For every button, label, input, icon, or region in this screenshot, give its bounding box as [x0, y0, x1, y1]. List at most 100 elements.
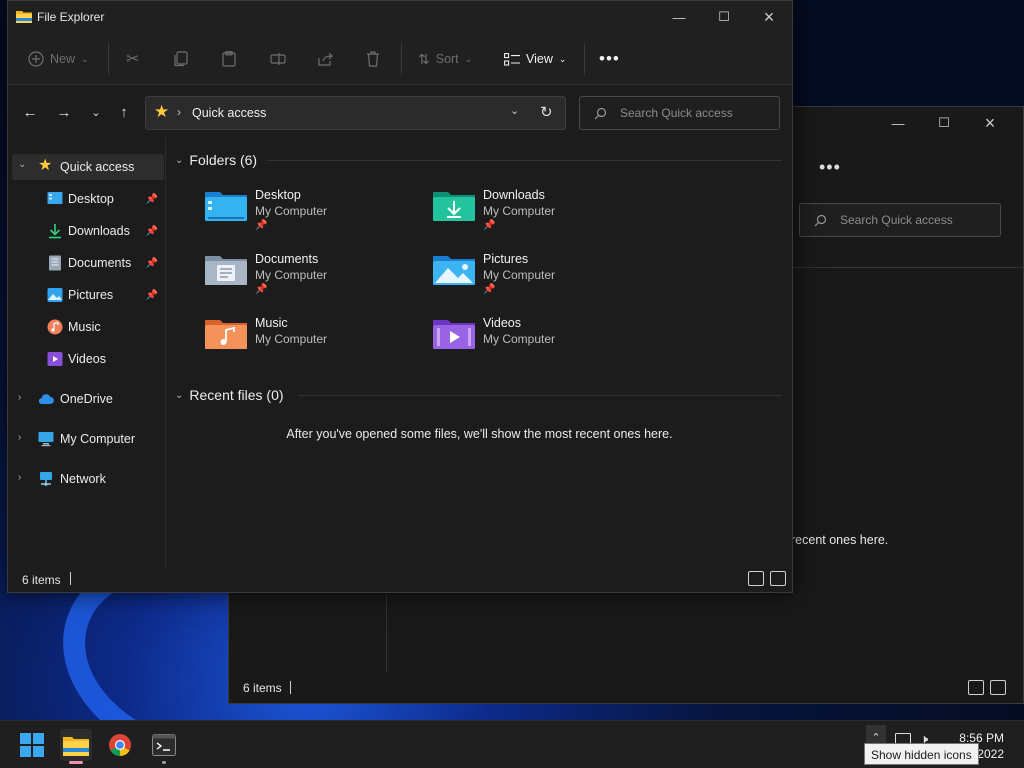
titlebar[interactable]: File Explorer — ☐ ×	[8, 1, 792, 33]
folder-location: My Computer	[483, 332, 556, 346]
search-placeholder: Search Quick access	[620, 106, 733, 120]
paste-button[interactable]	[222, 47, 236, 71]
search-icon	[814, 214, 827, 227]
back-close-button[interactable]: ×	[967, 107, 1013, 139]
address-bar[interactable]: ★ › Quick access ⌄ ↻	[145, 96, 566, 130]
sidebar-item-videos[interactable]: Videos	[12, 346, 164, 372]
folder-location: My Computer	[255, 268, 328, 282]
back-search-box[interactable]: Search Quick access	[799, 203, 1001, 237]
pin-icon[interactable]: 📌	[146, 258, 158, 269]
star-icon: ★	[154, 102, 170, 121]
minimize-button[interactable]: —	[656, 1, 702, 33]
search-box[interactable]: Search Quick access	[579, 96, 780, 130]
pin-icon: 📌	[255, 220, 268, 231]
file-explorer-icon	[63, 737, 89, 756]
status-separator	[70, 572, 71, 585]
folder-location: My Computer	[255, 332, 328, 346]
cut-button[interactable]: ✂	[126, 47, 139, 71]
pin-icon[interactable]: 📌	[146, 194, 158, 205]
clipboard-icon	[222, 51, 236, 67]
copy-button[interactable]	[174, 47, 188, 71]
view-label: View	[526, 52, 553, 66]
new-button[interactable]: New ⌄	[28, 47, 89, 71]
sidebar-item-quick-access[interactable]: ⌄ ★ Quick access	[12, 154, 164, 180]
show-hidden-icons-tooltip: Show hidden icons	[864, 743, 979, 765]
chevron-down-icon: ⌄	[558, 53, 567, 64]
back-statusbar: 6 items	[229, 673, 1023, 703]
folder-location: My Computer	[483, 204, 556, 218]
maximize-button[interactable]: ☐	[701, 1, 747, 33]
sidebar-item-downloads[interactable]: Downloads 📌	[12, 218, 164, 244]
star-icon: ★	[38, 157, 53, 174]
folder-name: Pictures	[483, 252, 529, 266]
command-bar: New ⌄ ✂ ⇅ Sort ⌄ View ⌄ •••	[8, 33, 792, 85]
folder-tile-desktop[interactable]: Desktop My Computer 📌	[204, 186, 424, 242]
pin-icon[interactable]: 📌	[146, 290, 158, 301]
music-folder-icon	[205, 320, 247, 349]
close-button[interactable]: ×	[746, 1, 792, 33]
file-explorer-window[interactable]: File Explorer — ☐ × New ⌄ ✂ ⇅ Sort ⌄ Vie…	[7, 0, 793, 593]
folder-name: Videos	[483, 316, 521, 330]
taskbar-chrome[interactable]	[104, 729, 136, 761]
back-more-button[interactable]: •••	[819, 157, 841, 178]
sidebar-item-label: Desktop	[68, 192, 114, 206]
sidebar-item-onedrive[interactable]: › OneDrive	[12, 386, 164, 412]
share-button[interactable]	[318, 47, 334, 71]
window-title: File Explorer	[37, 10, 105, 24]
folders-section-header[interactable]: ⌄ Folders (6)	[175, 152, 257, 168]
arrow-up-icon: ↑	[120, 103, 128, 121]
taskbar-terminal[interactable]	[148, 729, 180, 764]
up-button[interactable]: ↑	[114, 102, 134, 122]
rename-button[interactable]	[270, 47, 286, 71]
pin-icon[interactable]: 📌	[146, 226, 158, 237]
back-details-view-button[interactable]	[968, 680, 984, 695]
recent-files-empty-message: After you've opened some files, we'll sh…	[286, 427, 673, 441]
search-icon	[594, 107, 607, 120]
taskbar-file-explorer[interactable]	[60, 729, 92, 764]
chevron-down-icon: ⌄	[175, 154, 184, 166]
sidebar-item-my-computer[interactable]: › My Computer	[12, 426, 164, 452]
recent-locations-button[interactable]: ⌄	[86, 102, 106, 122]
sidebar-item-desktop[interactable]: Desktop 📌	[12, 186, 164, 212]
address-dropdown-icon[interactable]: ⌄	[510, 104, 519, 117]
computer-icon	[38, 432, 54, 447]
sidebar-item-label: OneDrive	[60, 392, 113, 406]
folder-tile-downloads[interactable]: Downloads My Computer 📌	[432, 186, 652, 242]
chevron-down-icon: ⌄	[81, 53, 89, 64]
videos-folder-icon	[433, 320, 475, 349]
rename-icon	[270, 53, 286, 65]
file-explorer-app-icon	[16, 11, 32, 23]
chevron-down-icon: ⌄	[91, 106, 101, 119]
sidebar-item-music[interactable]: Music	[12, 314, 164, 340]
forward-button[interactable]: →	[54, 102, 74, 122]
back-minimize-button[interactable]: —	[875, 107, 921, 139]
delete-button[interactable]	[366, 47, 380, 71]
sidebar-item-label: Videos	[68, 352, 106, 366]
folder-tile-pictures[interactable]: Pictures My Computer 📌	[432, 250, 652, 306]
folder-tile-documents[interactable]: Documents My Computer 📌	[204, 250, 424, 306]
folders-header-label: Folders (6)	[189, 152, 258, 168]
folder-name: Downloads	[483, 188, 545, 202]
back-maximize-button[interactable]: ☐	[921, 107, 967, 139]
more-options-button[interactable]: •••	[599, 47, 620, 71]
details-view-button[interactable]	[748, 571, 764, 586]
windows-logo-icon	[20, 733, 44, 757]
sidebar-item-pictures[interactable]: Pictures 📌	[12, 282, 164, 308]
view-list-icon	[504, 52, 520, 66]
folder-location: My Computer	[255, 204, 328, 218]
refresh-icon[interactable]: ↻	[540, 103, 553, 121]
folder-location: My Computer	[483, 268, 556, 282]
view-button[interactable]: View ⌄	[504, 47, 566, 71]
tiles-view-button[interactable]	[770, 571, 786, 586]
recent-files-section-header[interactable]: ⌄ Recent files (0)	[175, 387, 284, 403]
toolbar-separator	[108, 43, 109, 75]
sidebar-item-documents[interactable]: Documents 📌	[12, 250, 164, 276]
back-tiles-view-button[interactable]	[990, 680, 1006, 695]
folder-tile-music[interactable]: Music My Computer	[204, 314, 424, 370]
folder-tile-videos[interactable]: Videos My Computer	[432, 314, 652, 370]
download-icon	[49, 224, 61, 239]
sidebar-item-network[interactable]: › Network	[12, 466, 164, 492]
back-button[interactable]: ←	[20, 102, 40, 122]
start-button[interactable]	[16, 729, 48, 761]
sort-button[interactable]: ⇅ Sort ⌄	[418, 47, 472, 71]
